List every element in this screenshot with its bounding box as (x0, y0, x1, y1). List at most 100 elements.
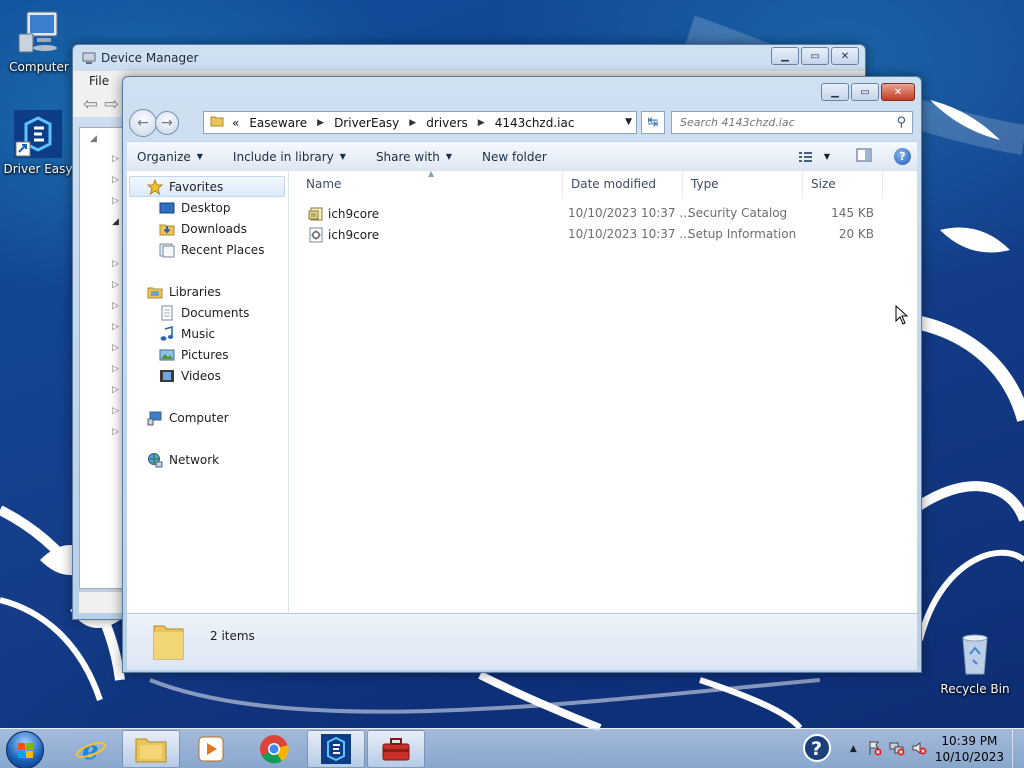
chevron-down-icon: ▼ (196, 152, 203, 161)
tree-expand-icon[interactable]: ▷ (112, 385, 119, 395)
taskbar-internet-explorer[interactable]: e (62, 730, 120, 768)
nav-item-desktop[interactable]: Desktop (159, 200, 231, 216)
file-list[interactable]: ▲ Name Date modified Type Size ich9core … (290, 169, 917, 613)
nav-item-downloads[interactable]: Downloads (159, 221, 247, 237)
nav-item-libraries[interactable]: Libraries (147, 284, 221, 300)
tree-expand-icon[interactable]: ▷ (112, 196, 119, 206)
clock[interactable]: 10:39 PM 10/10/2023 (935, 733, 1004, 765)
device-manager-titlebar[interactable]: Device Manager ▁ ▭ ✕ (73, 45, 865, 71)
tree-expand-icon[interactable]: ▷ (112, 406, 119, 416)
breadcrumb-current-folder[interactable]: 4143chzd.iac (495, 116, 575, 130)
maximize-button[interactable]: ▭ (851, 83, 879, 101)
breadcrumb-overflow[interactable]: « (232, 116, 239, 130)
taskbar: e ? ▲ 10:39 PM 10/10/2023 (0, 728, 1024, 768)
new-folder-label: New folder (482, 149, 547, 164)
nav-item-videos[interactable]: Videos (159, 368, 221, 384)
nav-item-favorites[interactable]: Favorites (146, 178, 223, 196)
include-in-library-button[interactable]: Include in library ▼ (233, 150, 346, 164)
action-center-icon[interactable] (867, 740, 883, 759)
tree-expand-icon[interactable]: ▷ (112, 427, 119, 437)
close-button[interactable]: ✕ (831, 47, 859, 65)
breadcrumb-drivereasy[interactable]: DriverEasy (334, 116, 399, 130)
refresh-button[interactable]: ↹ (641, 111, 665, 134)
taskbar-media-player[interactable] (182, 730, 240, 768)
close-button[interactable]: ✕ (881, 83, 915, 101)
network-tray-icon[interactable] (889, 740, 905, 759)
device-manager-statusbar (79, 591, 127, 613)
tree-expand-icon[interactable]: ▷ (112, 301, 119, 311)
minimize-button[interactable]: ▁ (821, 83, 849, 101)
desktop-icon-driver-easy[interactable]: Driver Easy (0, 110, 76, 176)
breadcrumb-easeware[interactable]: Easeware (249, 116, 307, 130)
nav-item-documents[interactable]: Documents (159, 305, 249, 321)
item-count: 2 items (210, 629, 255, 643)
taskbar-driver-easy[interactable] (307, 730, 365, 768)
volume-muted-icon[interactable] (911, 740, 927, 759)
column-header-date-modified[interactable]: Date modified (563, 171, 683, 197)
show-desktop-button[interactable] (1012, 729, 1024, 768)
nav-item-network[interactable]: Network (147, 452, 219, 468)
desktop-icon-recycle-bin[interactable]: Recycle Bin (937, 630, 1013, 696)
tree-expand-icon[interactable]: ▷ (112, 364, 119, 374)
back-arrow-icon[interactable]: ⇦ (83, 94, 98, 115)
change-view-button[interactable]: ▼ (798, 150, 830, 164)
tree-expand-icon[interactable]: ▷ (112, 154, 119, 164)
new-folder-button[interactable]: New folder (482, 150, 547, 164)
maximize-button[interactable]: ▭ (801, 47, 829, 65)
details-pane: 2 items (127, 613, 917, 670)
explorer-titlebar[interactable]: ▁ ▭ ✕ (123, 77, 921, 105)
tree-expand-icon[interactable]: ▷ (112, 259, 119, 269)
show-hidden-icons-button[interactable]: ▲ (850, 744, 857, 754)
start-button[interactable] (6, 731, 44, 768)
help-icon[interactable]: ? (894, 148, 911, 165)
search-input[interactable] (680, 116, 880, 129)
taskbar-chrome[interactable] (245, 730, 303, 768)
nav-item-music[interactable]: Music (159, 325, 215, 342)
column-label: Date modified (571, 177, 657, 191)
table-row[interactable]: ich9core 10/10/2023 10:37 ... Security C… (290, 203, 890, 223)
table-row[interactable]: ich9core 10/10/2023 10:37 ... Setup Info… (290, 224, 890, 244)
share-with-button[interactable]: Share with ▼ (376, 150, 452, 164)
nav-item-recent-places[interactable]: Recent Places (159, 242, 264, 258)
menu-file[interactable]: File (89, 74, 109, 88)
breadcrumb-drivers[interactable]: drivers (426, 116, 468, 130)
file-name-cell[interactable]: ich9core (308, 227, 379, 243)
device-tree[interactable]: ◢ ▷ ▷ ▷ ◢ ▷ ▷ ▷ ▷ ▷ ▷ ▷ ▷ ▷ (79, 127, 127, 589)
preview-pane-button[interactable] (856, 148, 872, 165)
include-in-library-label: Include in library (232, 149, 334, 164)
tree-collapse-icon[interactable]: ◢ (112, 217, 119, 227)
tree-expand-icon[interactable]: ▷ (112, 322, 119, 332)
back-button[interactable]: ← (129, 109, 157, 137)
column-header-name[interactable]: Name (298, 171, 563, 197)
search-box[interactable]: ⚲ (671, 111, 913, 134)
driver-easy-icon (14, 110, 62, 158)
tree-expand-icon[interactable]: ▷ (112, 343, 119, 353)
file-size: 145 KB (831, 206, 874, 220)
nav-item-pictures[interactable]: Pictures (159, 347, 229, 363)
taskbar-windows-explorer[interactable] (122, 730, 180, 768)
tree-expand-icon[interactable]: ▷ (112, 175, 119, 185)
column-header-size[interactable]: Size (803, 171, 883, 197)
navigation-pane[interactable]: Favorites Desktop Downloads Recent Place… (127, 171, 289, 613)
address-bar[interactable]: « Easeware ▶ DriverEasy ▶ drivers ▶ 4143… (203, 111, 637, 134)
explorer-window[interactable]: ▁ ▭ ✕ ← → « Easeware ▶ DriverEasy ▶ driv… (122, 76, 922, 673)
forward-arrow-icon[interactable]: ⇨ (104, 94, 119, 115)
nav-item-computer[interactable]: Computer (147, 410, 229, 426)
desktop-icon-computer[interactable]: Computer (1, 8, 77, 74)
help-tray-icon[interactable]: ? (802, 733, 832, 766)
column-header-type[interactable]: Type (683, 171, 803, 197)
forward-button[interactable]: → (155, 111, 179, 135)
taskbar-device-manager[interactable] (367, 730, 425, 768)
view-list-icon (798, 151, 812, 162)
chevron-down-icon[interactable]: ▼ (625, 117, 632, 127)
chevron-right-icon[interactable]: ▶ (317, 118, 324, 128)
minimize-button[interactable]: ▁ (771, 47, 799, 65)
chevron-right-icon[interactable]: ▶ (409, 118, 416, 128)
tree-collapse-icon[interactable]: ◢ (90, 134, 97, 144)
search-icon[interactable]: ⚲ (896, 115, 906, 130)
chevron-right-icon[interactable]: ▶ (478, 118, 485, 128)
organize-button[interactable]: Organize ▼ (137, 150, 203, 164)
tree-expand-icon[interactable]: ▷ (112, 280, 119, 290)
column-label: Size (811, 177, 836, 191)
file-name-cell[interactable]: ich9core (308, 206, 379, 222)
